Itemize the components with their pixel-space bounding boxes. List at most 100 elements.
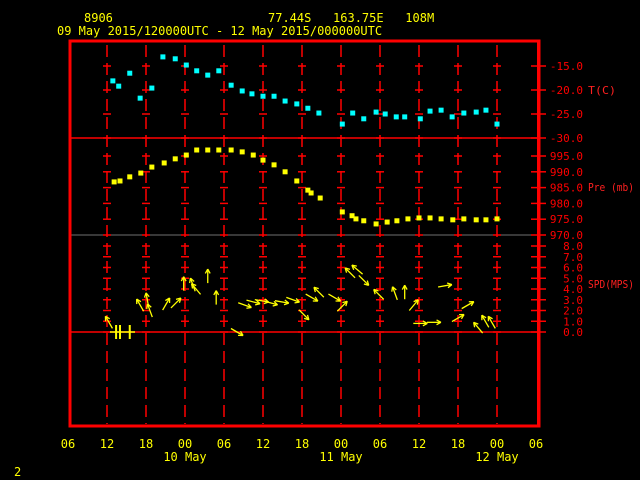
meteogram-chart: 8906 77.44S 163.75E 108M 09 May 2015/120…	[14, 11, 634, 479]
temperature-point	[350, 110, 356, 116]
meteogram-view: 8906 77.44S 163.75E 108M 09 May 2015/120…	[0, 0, 640, 480]
pressure-point	[216, 147, 222, 153]
x-tick-label: 06	[529, 437, 543, 451]
pressure-point	[405, 216, 411, 222]
wind-arrow-shaft	[373, 288, 385, 300]
pressure-point	[494, 216, 500, 222]
x-tick-label: 12	[412, 437, 426, 451]
y-tick-label: -15.0	[550, 60, 583, 73]
temperature-point	[473, 109, 479, 115]
pressure-point	[438, 216, 444, 222]
temperature-point	[228, 82, 234, 88]
temperature-point	[183, 62, 189, 68]
y-tick-label: 995.0	[550, 150, 583, 163]
chart-title: 09 May 2015/120000UTC - 12 May 2015/0000…	[57, 24, 382, 38]
wind-arrow	[305, 293, 319, 302]
x-tick-label: 00	[178, 437, 192, 451]
temperature-point	[282, 98, 288, 104]
x-tick-label: 00	[334, 437, 348, 451]
pressure-axis-label: Pre (mb)	[588, 181, 634, 194]
pressure-point	[205, 147, 211, 153]
temperature-point	[216, 68, 222, 74]
wind-arrow-head	[391, 286, 394, 292]
wind-arrow	[401, 284, 408, 300]
temperature-point	[294, 101, 300, 107]
wind-arrow-shaft	[298, 309, 310, 321]
pressure-point	[117, 178, 123, 184]
pressure-point	[161, 160, 167, 166]
station-id: 8906	[84, 11, 113, 25]
y-tick-label: 985.0	[550, 182, 583, 195]
temperature-point	[382, 111, 388, 117]
x-axis-labels: 06 12 18 00 06 12 18 00 06 12 18 00 06 10 May 11 May 12…	[61, 437, 543, 464]
temperature-point	[417, 116, 423, 122]
wind-arrow	[170, 297, 182, 309]
temperature-point	[127, 70, 133, 76]
y-tick-label: 990.0	[550, 166, 583, 179]
pressure-point	[294, 178, 300, 184]
wind-arrow	[408, 299, 419, 311]
pressure-point	[416, 215, 422, 221]
temperature-point	[239, 88, 245, 94]
temperature-point	[461, 110, 467, 116]
wind-arrow	[437, 282, 453, 289]
y-tick-label: -25.0	[550, 108, 583, 121]
pressure-point	[394, 218, 400, 224]
temperature-point	[373, 109, 379, 115]
pressure-point	[260, 157, 266, 163]
pressure-point	[271, 162, 277, 168]
wind-arrow-head	[446, 282, 453, 286]
x-tick-label: 12	[256, 437, 270, 451]
temperature-point	[305, 105, 311, 111]
temperature-point	[172, 56, 178, 62]
x-tick-label: 18	[139, 437, 153, 451]
date-label: 11 May	[319, 450, 362, 464]
temperature-point	[260, 93, 266, 99]
temperature-point	[194, 68, 200, 74]
page-number: 2	[14, 465, 21, 479]
x-tick-label: 06	[217, 437, 231, 451]
wind-arrow	[351, 264, 364, 275]
pressure-point	[473, 217, 479, 223]
wind-arrow	[487, 315, 496, 329]
temperature-point	[402, 114, 408, 120]
wind-arrow	[237, 302, 252, 309]
wind-arrow	[204, 268, 211, 284]
pressure-point	[427, 215, 433, 221]
pressure-point	[483, 217, 489, 223]
y-tick-label: 975.0	[550, 213, 583, 226]
y-tick-label: 0.0	[563, 326, 583, 339]
pressure-point	[308, 190, 314, 196]
wind-arrow	[162, 297, 171, 311]
date-label: 12 May	[475, 450, 518, 464]
y-tick-label: 980.0	[550, 197, 583, 210]
temperature-point	[316, 110, 322, 116]
wind-arrow-head	[143, 292, 147, 298]
x-tick-label: 12	[100, 437, 114, 451]
pressure-point	[461, 216, 467, 222]
temperature-point	[438, 107, 444, 113]
temperature-point	[483, 107, 489, 113]
pressure-point	[353, 216, 359, 222]
wind-arrow-shaft	[170, 297, 182, 309]
pressure-point	[194, 147, 200, 153]
pressure-point	[111, 179, 117, 185]
pressure-point	[282, 169, 288, 175]
pressure-point	[373, 221, 379, 227]
pressure-point	[228, 147, 234, 153]
wind-arrow	[298, 309, 310, 321]
pressure-point	[149, 164, 155, 170]
temperature-point	[116, 83, 122, 89]
wind-arrow-head	[189, 278, 192, 284]
pressure-point	[183, 152, 189, 158]
wind-arrow-shaft	[358, 274, 370, 286]
temperature-point	[271, 93, 277, 99]
temperature-point	[249, 91, 255, 97]
temperature-point	[427, 108, 433, 114]
wind-arrow	[373, 288, 385, 300]
temperature-point	[149, 85, 155, 91]
pressure-point	[250, 152, 256, 158]
x-tick-label: 06	[373, 437, 387, 451]
pressure-point	[361, 218, 367, 224]
wind-arrow	[426, 319, 442, 326]
